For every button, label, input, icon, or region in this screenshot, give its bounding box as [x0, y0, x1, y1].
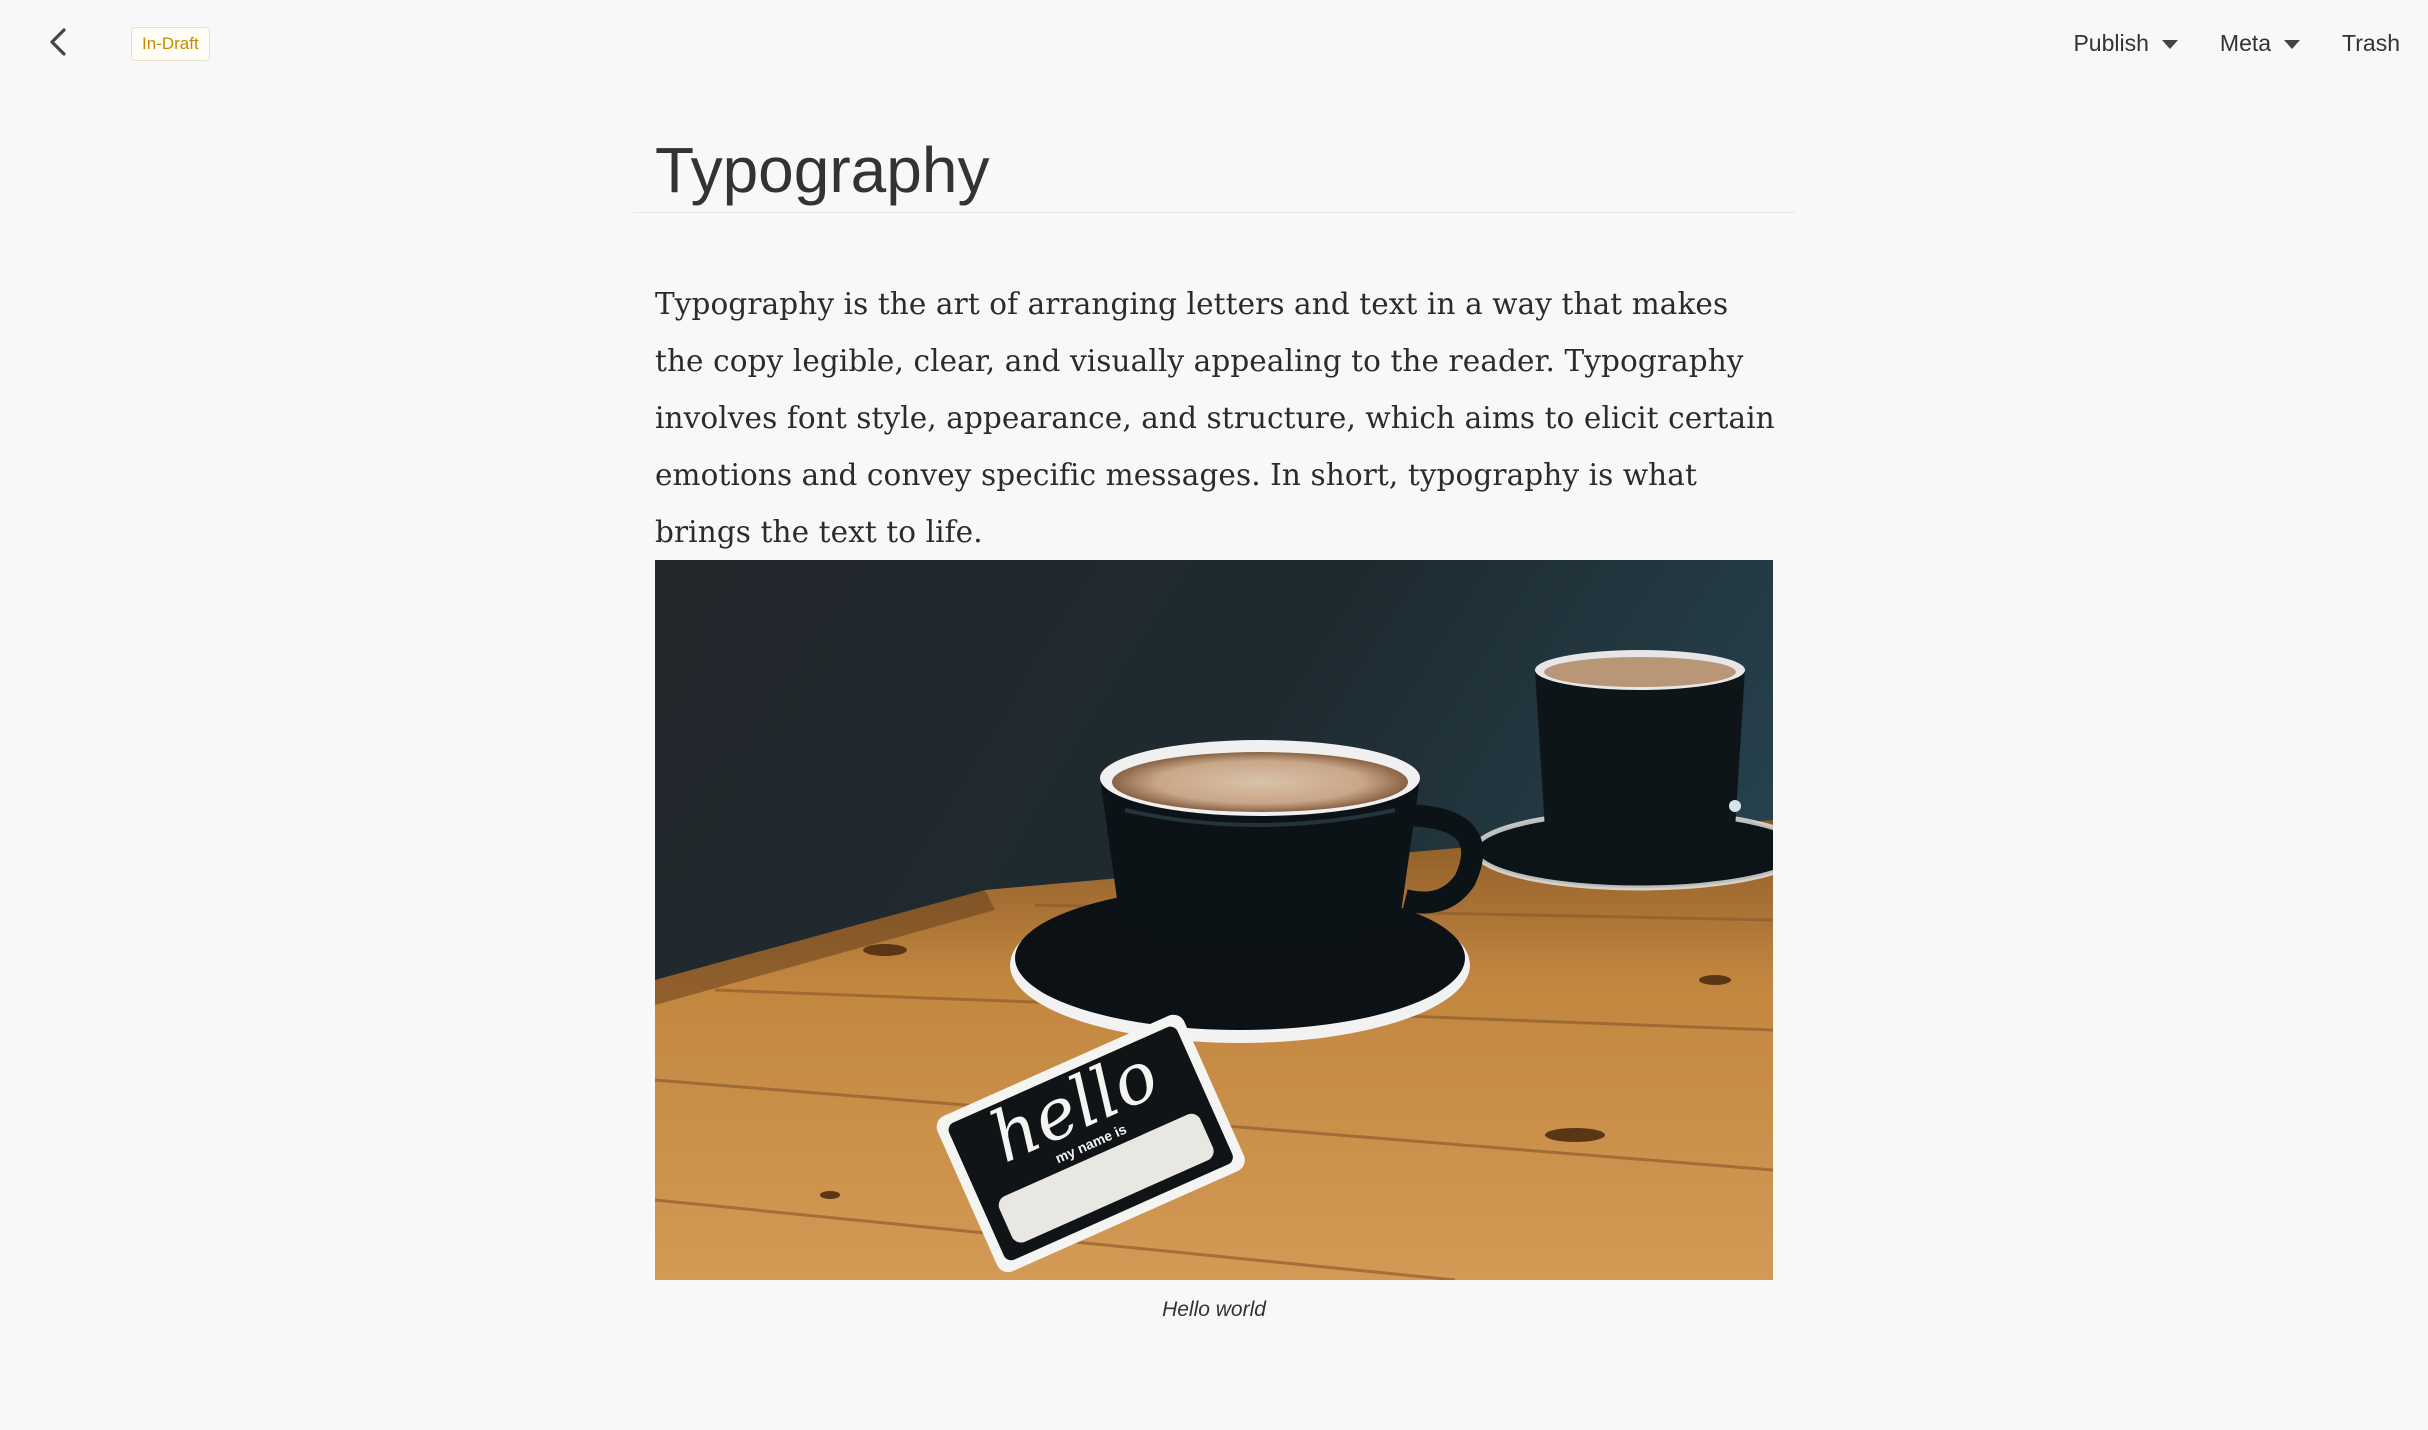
post-paragraph[interactable]: Typography is the art of arranging lette… — [655, 276, 1775, 561]
trash-button[interactable]: Trash — [2342, 30, 2400, 57]
chevron-left-icon — [50, 28, 66, 56]
caret-down-icon — [2284, 40, 2301, 49]
post-editor: Typography Typography is the art of arra… — [633, 120, 1795, 1321]
title-divider — [633, 212, 1795, 213]
trash-label: Trash — [2342, 29, 2400, 56]
meta-label: Meta — [2219, 29, 2272, 56]
publish-label: Publish — [2073, 29, 2149, 56]
publish-dropdown[interactable]: Publish — [2073, 29, 2178, 57]
status-badge: In-Draft — [131, 27, 210, 61]
back-button[interactable] — [38, 22, 78, 62]
post-title[interactable]: Typography — [655, 120, 1773, 220]
meta-dropdown[interactable]: Meta — [2219, 29, 2301, 57]
image-caption[interactable]: Hello world — [655, 1298, 1773, 1322]
top-bar: In-Draft Publish Meta Trash — [0, 0, 2428, 88]
coffee-photo[interactable]: hello my name is — [655, 560, 1773, 1280]
caret-down-icon — [2161, 40, 2178, 49]
header-menu: Publish Meta Trash — [2073, 22, 2400, 64]
image-figure: hello my name is Hello world — [655, 560, 1773, 1322]
